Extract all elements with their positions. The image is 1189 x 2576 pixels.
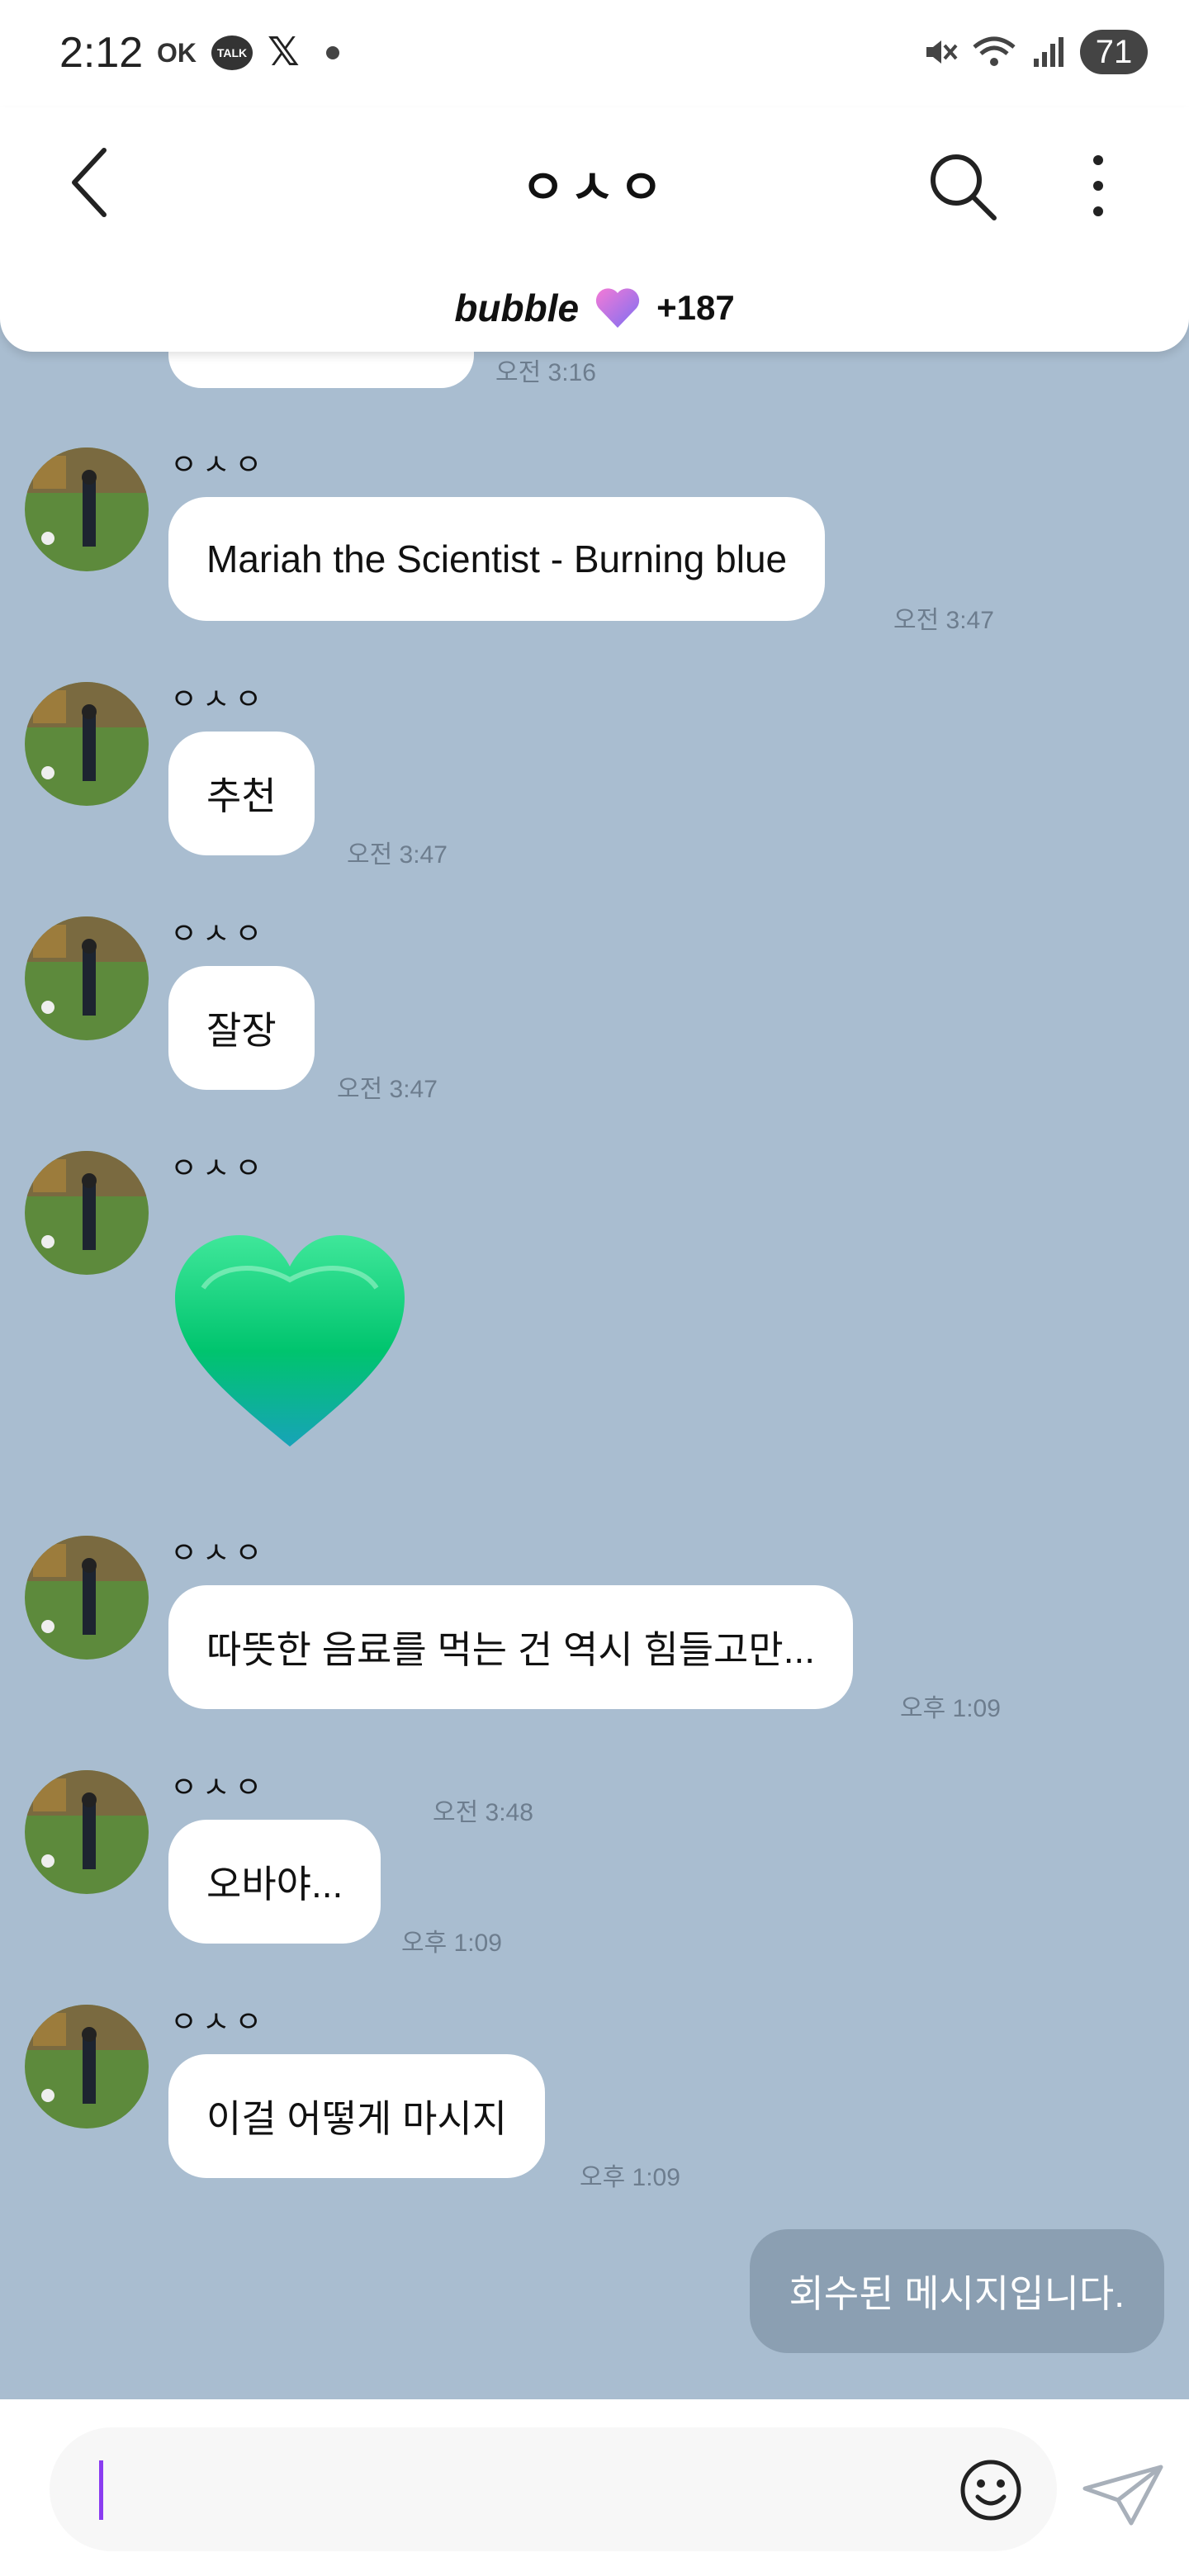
bubble-count: +187 xyxy=(656,288,735,327)
sender-name: ㅇㅅㅇ xyxy=(170,1770,268,1804)
message-time: 오전 3:47 xyxy=(347,841,448,869)
more-notifications-dot-icon xyxy=(325,46,339,59)
text-cursor xyxy=(99,2460,103,2520)
message-bubble[interactable]: Mariah the Scientist - Burning blue xyxy=(168,497,826,621)
ok-cashbag-icon: OK xyxy=(157,37,197,68)
message-time: 오전 3:48 xyxy=(433,1799,533,1826)
emoji-icon[interactable] xyxy=(958,2457,1024,2523)
green-heart-sticker[interactable] xyxy=(170,1230,410,1453)
message-time: 오후 1:09 xyxy=(580,2164,680,2191)
sender-name: ㅇㅅㅇ xyxy=(170,1536,268,1570)
avatar[interactable] xyxy=(25,2005,149,2129)
sender-name: ㅇㅅㅇ xyxy=(170,2005,268,2039)
heart-icon xyxy=(595,288,640,328)
sender-name: ㅇㅅㅇ xyxy=(170,447,268,481)
avatar[interactable] xyxy=(25,1151,149,1275)
message-time: 오전 3:47 xyxy=(337,1076,438,1103)
message-bubble[interactable]: 오바야... xyxy=(168,1820,381,1944)
avatar[interactable] xyxy=(25,1770,149,1894)
retracted-message-bubble[interactable]: 회수된 메시지입니다. xyxy=(749,2229,1164,2353)
message-input[interactable] xyxy=(50,2427,1057,2551)
message-bubble[interactable]: 이걸 어떻게 마시지 xyxy=(168,2054,546,2178)
message-time: 오전 3:16 xyxy=(495,359,596,386)
mute-icon xyxy=(926,40,958,64)
system-icons: 71 xyxy=(921,30,1148,74)
bubble-count-bar[interactable]: bubble +187 xyxy=(0,286,1189,330)
chat-area[interactable]: 오전 3:16 ㅇㅅㅇ Mariah the Scientist - Burni… xyxy=(0,319,1189,2399)
send-icon[interactable] xyxy=(1082,2464,1164,2526)
more-options-icon[interactable] xyxy=(1082,149,1115,223)
status-time: 2:12 xyxy=(59,29,144,77)
avatar[interactable] xyxy=(25,916,149,1040)
sender-name: ㅇㅅㅇ xyxy=(170,1151,268,1185)
page-title: ㅇㅅㅇ xyxy=(520,161,669,215)
avatar[interactable] xyxy=(25,1536,149,1660)
message-time: 오전 3:47 xyxy=(893,607,994,634)
message-bubble[interactable]: 추천 xyxy=(168,732,315,855)
message-time: 오후 1:09 xyxy=(401,1930,502,1957)
chat-header: ㅇㅅㅇ bubble +187 xyxy=(0,107,1189,352)
search-icon[interactable] xyxy=(925,149,999,223)
notification-icons: OK TALK 𝕏 xyxy=(157,33,339,73)
wifi-icon xyxy=(973,36,1016,66)
avatar[interactable] xyxy=(25,447,149,571)
message-bubble[interactable]: 따뜻한 음료를 먹는 건 역시 힘들고만... xyxy=(168,1585,854,1709)
signal-icon xyxy=(1034,37,1063,67)
sender-name: ㅇㅅㅇ xyxy=(170,916,268,950)
x-app-icon: 𝕏 xyxy=(268,31,300,74)
kakaotalk-icon: TALK xyxy=(211,36,253,70)
message-bubble[interactable]: 잘장 xyxy=(168,966,315,1090)
message-time: 오후 1:09 xyxy=(900,1695,1001,1722)
sender-name: ㅇㅅㅇ xyxy=(170,682,268,716)
battery-indicator: 71 xyxy=(1080,30,1148,74)
status-bar: 2:12 OK TALK 𝕏 71 xyxy=(0,0,1189,107)
bubble-logo: bubble xyxy=(454,286,580,329)
message-input-bar xyxy=(0,2399,1189,2576)
avatar[interactable] xyxy=(25,682,149,806)
